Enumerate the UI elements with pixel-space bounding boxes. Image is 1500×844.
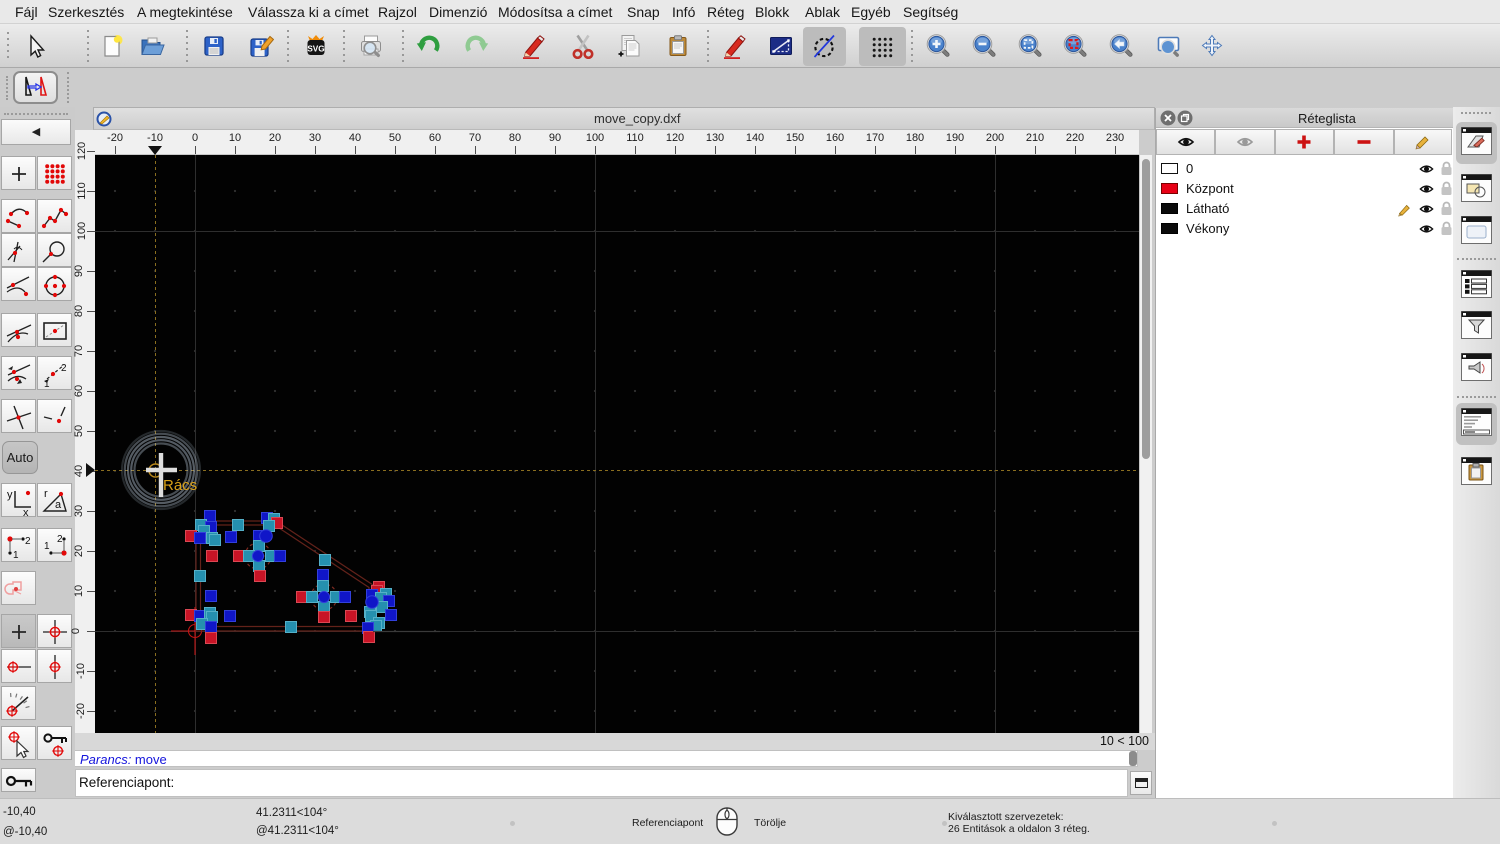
svg-text:2: 2 — [25, 536, 31, 547]
svg-text:a: a — [55, 499, 62, 511]
svg-text:r: r — [44, 488, 48, 500]
svg-text:Rács: Rács — [163, 477, 197, 494]
svg-text:1: 1 — [44, 541, 50, 552]
svg-text:1: 1 — [13, 550, 19, 561]
svg-text:y: y — [7, 489, 13, 501]
svg-text:2: 2 — [61, 363, 67, 374]
svg-text:x: x — [23, 507, 29, 516]
svg-text:2: 2 — [57, 534, 63, 545]
svg-text:SVG: SVG — [307, 45, 324, 54]
svg-text:1: 1 — [44, 379, 50, 389]
